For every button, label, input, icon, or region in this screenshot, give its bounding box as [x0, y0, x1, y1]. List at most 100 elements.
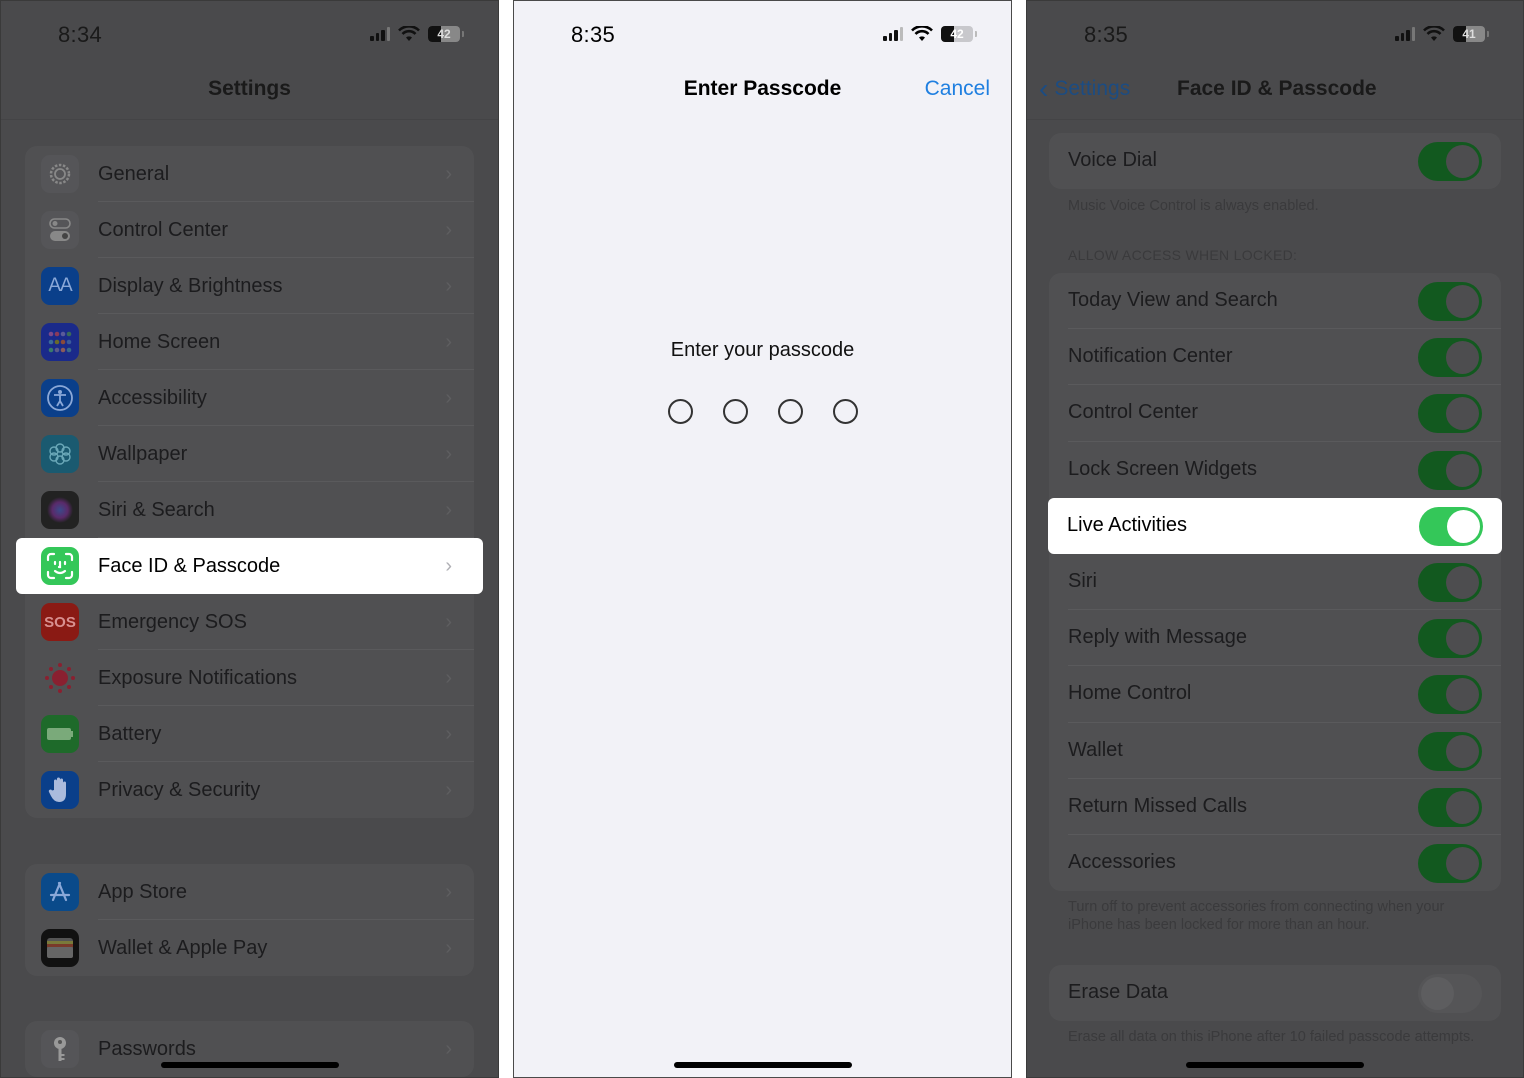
- toggle-row-control-center: Control Center: [1049, 385, 1501, 442]
- voice-dial-group: Voice Dial: [1049, 133, 1501, 190]
- toggle-knob: [1447, 509, 1480, 543]
- settings-item-wallpaper[interactable]: Wallpaper ›: [25, 426, 474, 482]
- return-missed-calls-toggle[interactable]: [1418, 787, 1482, 827]
- settings-item-siri-search[interactable]: Siri & Search ›: [25, 482, 474, 538]
- chevron-right-icon: ›: [445, 936, 452, 959]
- chevron-right-icon: ›: [445, 386, 452, 409]
- accessories-toggle[interactable]: [1418, 843, 1482, 883]
- sos-icon: SOS: [41, 603, 79, 641]
- toggle-knob: [1446, 341, 1479, 375]
- passcode-prompt: Enter your passcode: [670, 339, 855, 361]
- settings-item-accessibility[interactable]: Accessibility ›: [25, 370, 474, 426]
- back-button[interactable]: ‹ Settings: [1039, 75, 1130, 103]
- passcode-dot: [722, 399, 748, 424]
- settings-group-store: App Store › Wallet & Apple Pay ›: [25, 864, 474, 976]
- toggle-knob: [1446, 790, 1479, 824]
- hand-icon: [41, 771, 79, 809]
- voice-dial-toggle[interactable]: [1418, 142, 1482, 181]
- face-id-passcode-screen: 8:35 41 ‹ Settings Face ID & Passcode Vo…: [1026, 0, 1524, 1078]
- settings-item-app-store[interactable]: App Store ›: [25, 864, 474, 920]
- settings-group-passwords: Passwords ›: [25, 1021, 474, 1077]
- chevron-right-icon: ›: [445, 666, 452, 689]
- home-indicator[interactable]: [1186, 1062, 1364, 1068]
- toggle-knob: [1446, 622, 1479, 656]
- reply-with-message-toggle[interactable]: [1418, 619, 1482, 659]
- status-bar: 8:35 41: [1027, 19, 1523, 51]
- battery-icon: [41, 715, 79, 753]
- status-bar: 8:35 42: [514, 19, 1011, 51]
- gear-icon: [41, 155, 79, 193]
- status-time: 8:35: [571, 22, 616, 47]
- settings-item-home-screen[interactable]: Home Screen ›: [25, 314, 474, 370]
- toggle-knob: [1446, 846, 1479, 880]
- passcode-dot: [832, 399, 858, 424]
- toggle-label: Accessories: [1068, 850, 1176, 873]
- toggle-row-lock-screen-widgets: Lock Screen Widgets: [1049, 442, 1501, 498]
- passcode-dot: [777, 399, 803, 424]
- notification-center-toggle[interactable]: [1418, 338, 1482, 378]
- toggle-label: Control Center: [1068, 401, 1199, 424]
- toggle-row-notification-center: Notification Center: [1049, 329, 1501, 386]
- toggle-row-accessories: Accessories: [1049, 835, 1501, 891]
- face-id-icon: [41, 547, 79, 585]
- settings-item-label: Home Screen: [98, 330, 221, 353]
- settings-item-label: Battery: [98, 722, 162, 745]
- erase-data-toggle[interactable]: [1418, 974, 1482, 1013]
- toggle-knob: [1446, 678, 1479, 712]
- siri-icon: [41, 491, 79, 529]
- live-activities-toggle[interactable]: [1419, 506, 1483, 546]
- battery-icon: 42: [428, 26, 460, 42]
- lock-screen-widgets-toggle[interactable]: [1418, 450, 1482, 490]
- chevron-right-icon: ›: [445, 442, 452, 465]
- settings-item-battery[interactable]: Battery ›: [25, 706, 474, 762]
- settings-item-label: Wallpaper: [98, 442, 188, 465]
- settings-item-label: Siri & Search: [98, 498, 215, 521]
- wallet-icon: [41, 929, 79, 967]
- settings-item-wallet-apple-pay[interactable]: Wallet & Apple Pay ›: [25, 920, 474, 976]
- chevron-right-icon: ›: [445, 1037, 452, 1060]
- toggle-row-siri: Siri: [1049, 554, 1501, 611]
- chevron-left-icon: ‹: [1039, 73, 1049, 104]
- toggle-row-voice-dial: Voice Dial: [1049, 133, 1501, 189]
- passcode-dots: [514, 399, 1011, 424]
- settings-item-face-id-passcode[interactable]: Face ID & Passcode ›: [16, 538, 483, 594]
- wallet-toggle[interactable]: [1418, 731, 1482, 771]
- toggle-knob: [1446, 453, 1479, 487]
- status-time: 8:34: [58, 22, 103, 47]
- control-center-toggle[interactable]: [1418, 394, 1482, 434]
- home-indicator[interactable]: [161, 1062, 339, 1068]
- settings-item-label: Wallet & Apple Pay: [98, 936, 268, 959]
- today-view-and-search-toggle[interactable]: [1418, 282, 1482, 321]
- settings-item-passwords[interactable]: Passwords ›: [25, 1021, 474, 1077]
- home-indicator[interactable]: [673, 1062, 852, 1068]
- settings-item-label: Display & Brightness: [98, 274, 283, 297]
- accessories-note: Turn off to prevent accessories from con…: [1068, 899, 1445, 933]
- settings-item-label: Accessibility: [98, 386, 207, 409]
- passcode-screen: 8:35 42 Enter Passcode Cancel Enter your…: [513, 0, 1012, 1078]
- settings-item-control-center[interactable]: Control Center ›: [25, 202, 474, 258]
- toggle-label: Wallet: [1068, 738, 1123, 761]
- siri-toggle[interactable]: [1418, 562, 1482, 602]
- settings-item-emergency-sos[interactable]: SOS Emergency SOS ›: [25, 594, 474, 650]
- settings-item-label: Face ID & Passcode: [98, 554, 281, 577]
- passcode-dot: [667, 399, 693, 424]
- voice-dial-note: Music Voice Control is always enabled.: [1068, 198, 1319, 214]
- settings-item-label: Privacy & Security: [98, 778, 261, 801]
- toggle-row-live-activities: Live Activities: [1048, 497, 1502, 554]
- settings-item-label: Control Center: [98, 218, 229, 241]
- home-control-toggle[interactable]: [1418, 675, 1482, 715]
- chevron-right-icon: ›: [445, 162, 452, 185]
- chevron-right-icon: ›: [445, 722, 452, 745]
- settings-item-privacy-security[interactable]: Privacy & Security ›: [25, 762, 474, 818]
- cancel-button[interactable]: Cancel: [925, 77, 990, 101]
- settings-group-main: General › Control Center › AA Display & Brigh…: [16, 146, 483, 818]
- settings-item-general[interactable]: General ›: [25, 146, 474, 202]
- chevron-right-icon: ›: [445, 498, 452, 521]
- settings-item-exposure-notifications[interactable]: Exposure Notifications ›: [25, 650, 474, 706]
- section-header: ALLOW ACCESS WHEN LOCKED:: [1068, 247, 1298, 263]
- settings-item-display-brightness[interactable]: AA Display & Brightness ›: [25, 258, 474, 314]
- text-size-icon: AA: [41, 267, 79, 305]
- wifi-icon: [1423, 26, 1445, 41]
- settings-item-label: Passwords: [98, 1037, 196, 1060]
- settings-item-label: Exposure Notifications: [98, 666, 297, 689]
